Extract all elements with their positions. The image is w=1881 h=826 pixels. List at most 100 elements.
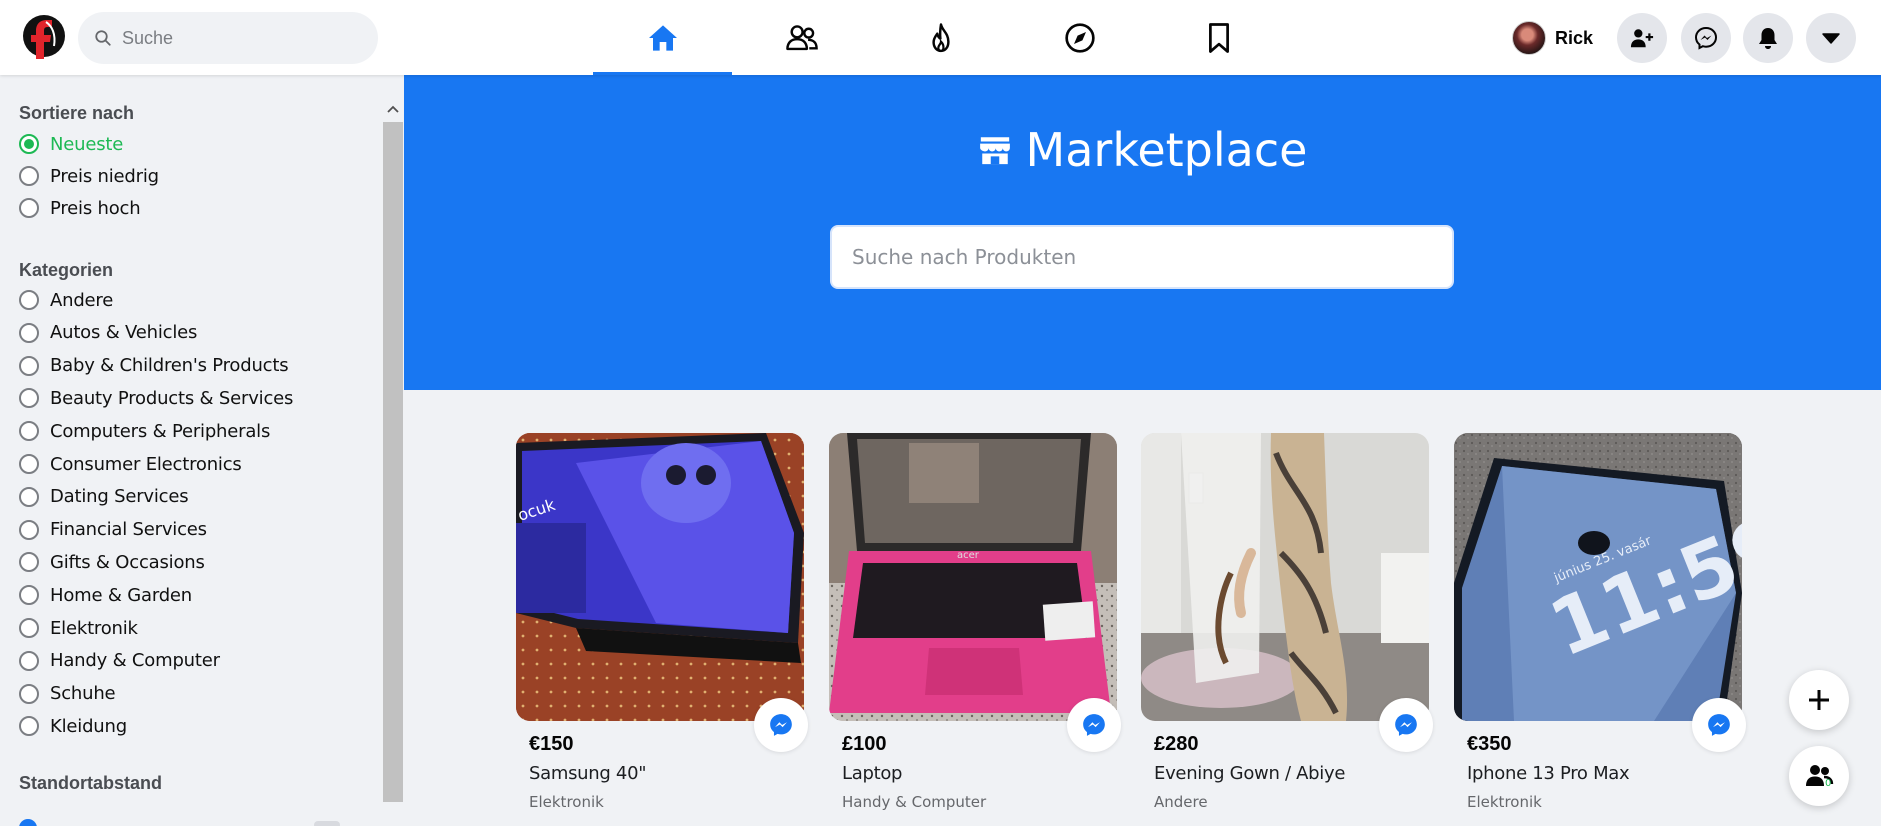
radio-button[interactable] — [19, 355, 39, 376]
category-option[interactable]: Andere — [19, 287, 113, 313]
category-option[interactable]: Dating Services — [19, 484, 189, 510]
category-option-label: Home & Garden — [50, 584, 193, 606]
category-option[interactable]: Elektronik — [19, 615, 138, 641]
sort-option[interactable]: Preis hoch — [19, 195, 141, 221]
add-listing-button[interactable] — [1789, 670, 1849, 730]
sort-option-label: Preis hoch — [50, 197, 141, 219]
category-option-label: Autos & Vehicles — [50, 322, 198, 344]
fire-icon — [931, 22, 950, 52]
radio-button[interactable] — [19, 198, 39, 218]
sort-title: Sortiere nach — [19, 103, 135, 123]
product-price: £280 — [1154, 733, 1199, 755]
radio-button[interactable] — [19, 519, 39, 540]
category-option-label: Baby & Children's Products — [50, 355, 289, 377]
account-menu-button[interactable] — [1806, 13, 1856, 63]
product-title: Iphone 13 Pro Max — [1467, 763, 1630, 784]
product-card[interactable]: ocuk €150 Samsung 40" Elektronik — [516, 433, 808, 826]
marketplace-hero: Marketplace — [404, 75, 1881, 390]
filter-sidebar: Sortiere nach Neueste Preis niedrig Preis … — [0, 75, 404, 826]
radio-button[interactable] — [19, 716, 39, 737]
radio-button[interactable] — [19, 290, 39, 310]
store-icon — [979, 137, 1010, 165]
product-category: Handy & Computer — [842, 793, 987, 811]
category-option[interactable]: Handy & Computer — [19, 648, 220, 674]
category-option-label: Kleidung — [50, 715, 127, 737]
search-icon — [95, 30, 111, 46]
category-option-label: Handy & Computer — [50, 650, 220, 672]
profile-name: Rick — [1555, 27, 1594, 48]
radio-button[interactable] — [19, 166, 39, 186]
messenger-icon — [770, 714, 792, 736]
product-message-button[interactable] — [754, 698, 808, 752]
category-option[interactable]: Computers & Peripherals — [19, 418, 270, 444]
search-input[interactable] — [122, 27, 352, 49]
app-logo[interactable] — [22, 12, 68, 62]
category-option[interactable]: Baby & Children's Products — [19, 353, 289, 379]
nav-friends[interactable] — [732, 0, 871, 75]
product-image — [1141, 433, 1429, 721]
category-option[interactable]: Gifts & Occasions — [19, 549, 205, 575]
radio-button[interactable] — [19, 388, 39, 409]
product-message-button[interactable] — [1067, 698, 1121, 752]
friends-icon — [785, 24, 818, 50]
product-message-button[interactable] — [1379, 698, 1433, 752]
messenger-button[interactable] — [1681, 13, 1731, 63]
radio-button[interactable] — [19, 683, 39, 704]
distance-slider-handle[interactable] — [19, 819, 37, 826]
main-nav — [593, 0, 1288, 75]
notifications-button[interactable] — [1743, 13, 1793, 63]
product-image: acer — [829, 433, 1117, 721]
radio-button[interactable] — [19, 618, 39, 638]
product-image: ocuk — [516, 433, 804, 721]
home-icon — [648, 24, 677, 51]
profile-button[interactable]: Rick — [1512, 18, 1593, 58]
category-option-label: Andere — [50, 289, 114, 311]
category-option[interactable]: Kleidung — [19, 713, 127, 739]
product-price: €350 — [1467, 733, 1512, 755]
header-search[interactable] — [78, 12, 378, 64]
radio-button[interactable] — [19, 552, 39, 573]
category-option-label: Consumer Electronics — [50, 453, 242, 475]
category-option[interactable]: Schuhe — [19, 681, 116, 707]
category-option-label: Beauty Products & Services — [50, 387, 294, 409]
marketplace-title: Marketplace — [1025, 123, 1308, 177]
bookmark-icon — [1208, 22, 1229, 53]
radio-button[interactable] — [19, 322, 39, 343]
nav-saved[interactable] — [1149, 0, 1288, 75]
product-category: Elektronik — [529, 793, 604, 811]
radio-button[interactable] — [19, 585, 39, 606]
sidebar-scrollbar[interactable] — [382, 75, 404, 826]
sort-option[interactable]: Neueste — [19, 131, 123, 157]
scroll-thumb[interactable] — [383, 122, 403, 802]
nav-home[interactable] — [593, 0, 732, 75]
radio-button[interactable] — [19, 650, 39, 671]
category-option-label: Computers & Peripherals — [50, 420, 271, 442]
product-title: Laptop — [842, 763, 903, 784]
radio-button[interactable] — [19, 486, 39, 507]
product-card[interactable]: 11:59 június 25. vasár €350 Iphone 13 Pr… — [1454, 433, 1746, 826]
category-option[interactable]: Home & Garden — [19, 582, 192, 608]
contacts-button[interactable]: 0 — [1789, 746, 1849, 806]
product-search-input[interactable] — [830, 225, 1454, 289]
category-option[interactable]: Beauty Products & Services — [19, 385, 293, 411]
product-card[interactable]: acer £100 Laptop Handy & Computer — [829, 433, 1121, 826]
product-message-button[interactable] — [1692, 698, 1746, 752]
sort-option[interactable]: Preis niedrig — [19, 163, 159, 189]
plus-icon — [1809, 690, 1829, 710]
radio-button[interactable] — [19, 421, 39, 442]
bell-icon — [1759, 28, 1777, 49]
radio-button[interactable] — [19, 134, 39, 154]
nav-trending[interactable] — [871, 0, 1010, 75]
category-option-label: Dating Services — [50, 486, 189, 508]
category-option[interactable]: Autos & Vehicles — [19, 320, 197, 346]
svg-text:acer: acer — [957, 550, 980, 561]
category-option[interactable]: Financial Services — [19, 517, 207, 543]
product-card[interactable]: £280 Evening Gown / Abiye Andere — [1141, 433, 1433, 826]
category-option[interactable]: Consumer Electronics — [19, 451, 242, 477]
scroll-up-arrow[interactable] — [386, 102, 400, 116]
radio-button[interactable] — [19, 454, 39, 474]
caret-down-icon — [1822, 33, 1840, 44]
add-friend-button[interactable] — [1617, 13, 1667, 63]
nav-explore[interactable] — [1010, 0, 1149, 75]
product-category: Andere — [1154, 793, 1208, 811]
